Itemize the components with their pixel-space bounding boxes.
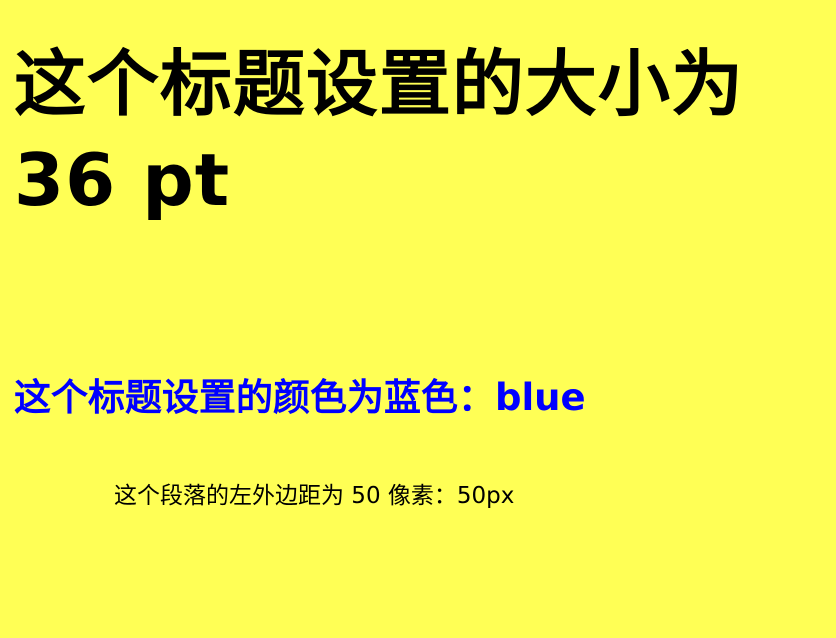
heading-blue: 这个标题设置的颜色为蓝色：blue bbox=[14, 376, 586, 419]
paragraph-margin-left: 这个段落的左外边距为 50 像素：50px bbox=[114, 483, 515, 509]
heading-36pt: 这个标题设置的大小为 36 pt bbox=[14, 42, 745, 222]
